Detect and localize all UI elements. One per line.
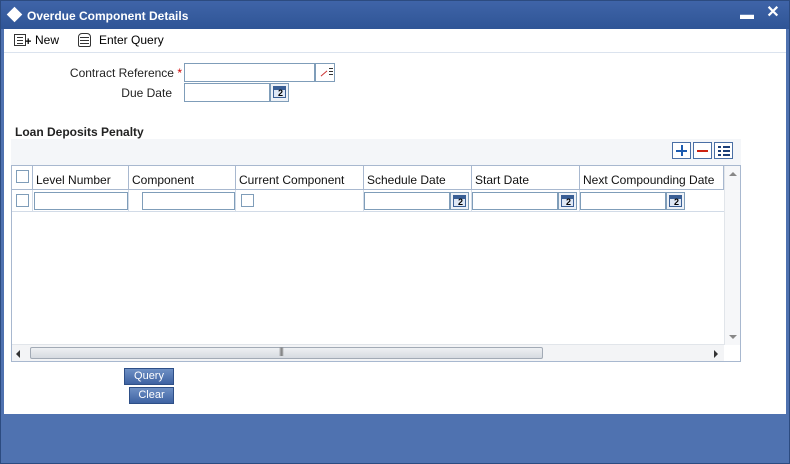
schedule-date-input[interactable] [364,192,450,210]
row-select-checkbox[interactable] [16,194,29,207]
toolbar-divider [4,52,786,53]
due-date-label: Due Date [121,86,172,100]
select-all-cell [12,166,33,190]
header-next-compounding-date[interactable]: Next Compounding Date [580,166,724,190]
header-current-component[interactable]: Current Component [236,166,364,190]
query-button[interactable]: Query [124,368,174,385]
next-compounding-date-input[interactable] [580,192,666,210]
new-button[interactable]: New [14,31,59,49]
header-level-number[interactable]: Level Number [33,166,129,190]
minimize-icon[interactable]: ▬ [739,7,755,21]
current-component-checkbox[interactable] [241,194,254,207]
level-number-input[interactable] [34,192,128,210]
due-date-input[interactable] [184,83,270,102]
calendar-icon[interactable] [450,192,469,210]
scroll-down-icon[interactable] [729,335,737,339]
table-row [12,190,724,212]
enter-query-button-label: Enter Query [99,33,164,47]
overdue-component-window: Overdue Component Details ▬ ✕ New Enter … [0,0,790,464]
horizontal-scrollbar[interactable] [12,344,724,361]
calendar-icon[interactable] [558,192,577,210]
scroll-right-icon[interactable] [714,350,718,358]
clear-button[interactable]: Clear [129,387,174,404]
minus-icon[interactable] [693,142,712,159]
row-select-cell [12,190,33,212]
select-all-checkbox[interactable] [16,170,29,183]
calendar-icon[interactable] [666,192,685,210]
penalty-grid: Level Number Component Current Component… [11,165,741,362]
section-title: Loan Deposits Penalty [15,125,144,139]
plus-icon[interactable] [672,142,691,159]
required-mark: * [177,66,182,80]
grid-header: Level Number Component Current Component… [12,166,724,190]
window-title: Overdue Component Details [27,9,189,23]
header-component[interactable]: Component [129,166,236,190]
penalty-grid-panel: Level Number Component Current Component… [11,139,741,362]
scroll-thumb[interactable] [30,346,543,359]
calendar-icon[interactable] [270,83,289,102]
current-component-cell [236,190,364,212]
start-date-input[interactable] [472,192,558,210]
title-bar[interactable]: Overdue Component Details ▬ ✕ [1,1,789,29]
grid-action-buttons [672,142,733,159]
next-compounding-date-cell [580,190,724,212]
contract-reference-label: Contract Reference * [44,66,182,80]
start-date-cell [472,190,580,212]
header-start-date[interactable]: Start Date [472,166,580,190]
level-number-cell [33,190,129,212]
component-input[interactable] [142,192,235,210]
header-schedule-date[interactable]: Schedule Date [364,166,472,190]
close-icon[interactable]: ✕ [765,5,781,21]
component-cell [129,190,236,212]
window-logo-icon [6,6,23,23]
contract-reference-input[interactable] [184,63,315,82]
new-button-label: New [35,33,60,47]
toolbar: New Enter Query [4,29,786,51]
vertical-scrollbar[interactable] [724,166,740,345]
contract-reference-label-text: Contract Reference [69,66,174,80]
content-area: New Enter Query Contract Reference * Due… [4,29,786,414]
new-record-icon [14,34,31,48]
database-icon [78,33,91,47]
lov-list-icon[interactable] [315,63,335,82]
enter-query-button[interactable]: Enter Query [78,31,164,49]
scroll-up-icon[interactable] [729,172,737,176]
list-detail-icon[interactable] [714,142,733,159]
scroll-left-icon[interactable] [16,350,20,358]
schedule-date-cell [364,190,472,212]
